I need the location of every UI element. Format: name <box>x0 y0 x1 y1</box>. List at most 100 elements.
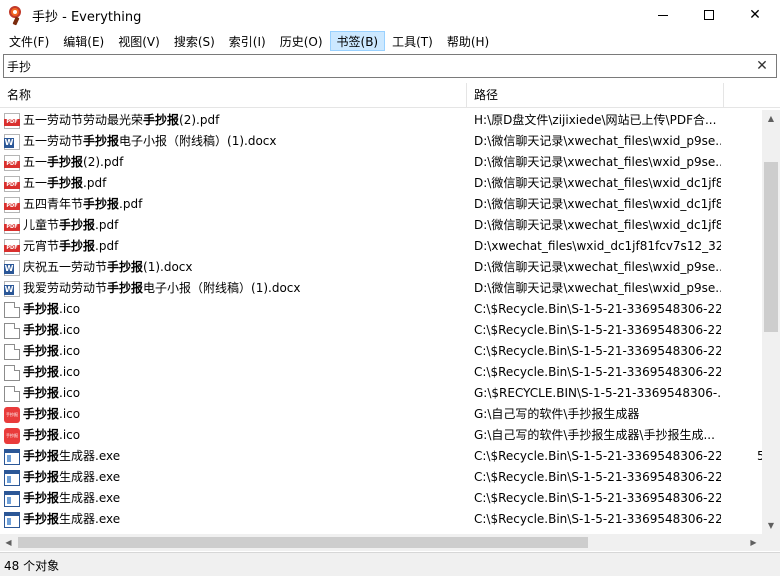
file-row[interactable]: 手抄报生成器.exe C:\$Recycle.Bin\S-1-5-21-33695… <box>0 488 762 509</box>
file-row[interactable]: 手抄报生成器.exe C:\$Recycle.Bin\S-1-5-21-33695… <box>0 509 762 530</box>
file-name-match: 手抄报 <box>23 344 60 358</box>
file-name-suffix: 电子小报（附线稿）(1).docx <box>119 134 277 148</box>
pdf-file-icon: PDF <box>4 217 20 234</box>
menu-item-8[interactable]: 帮助(H) <box>440 31 496 51</box>
file-name-cell: 手抄报.ico <box>4 383 466 404</box>
file-name-suffix: .ico <box>59 428 81 442</box>
file-name-suffix: (1).docx <box>143 260 193 274</box>
maximize-icon <box>704 10 714 20</box>
menu-item-2[interactable]: 视图(V) <box>111 31 167 51</box>
window-title: 手抄 - Everything <box>32 9 142 25</box>
file-name-prefix: 五一劳动节 <box>23 134 84 148</box>
scroll-left-icon[interactable]: ◀ <box>0 534 17 551</box>
close-button[interactable]: ✕ <box>732 0 778 30</box>
file-name-prefix: 五四青年节 <box>23 197 84 211</box>
file-name-cell: PDF 五一手抄报(2).pdf <box>4 152 466 173</box>
file-name-suffix: (2).pdf <box>83 155 124 169</box>
close-icon: ✕ <box>756 58 768 74</box>
file-row[interactable]: PDF 五一劳动节劳动最光荣手抄报(2).pdf H:\原D盘文件\zijixied… <box>0 110 762 131</box>
file-name-match: 手抄报 <box>23 449 60 463</box>
search-clear-button[interactable]: ✕ <box>754 57 770 75</box>
menu-item-3[interactable]: 搜索(S) <box>167 31 222 51</box>
menu-item-7[interactable]: 工具(T) <box>385 31 440 51</box>
vertical-scrollbar[interactable]: ▲ ▼ <box>762 110 780 534</box>
file-row[interactable]: W 我爱劳动劳动节手抄报电子小报（附线稿）(1).docx D:\微信聊天记录\xw… <box>0 278 762 299</box>
file-name: 五四青年节手抄报.pdf <box>23 194 142 215</box>
minimize-button[interactable] <box>640 0 686 30</box>
file-row[interactable]: PDF 儿童节手抄报.pdf D:\微信聊天记录\xwechat_files\wxi… <box>0 215 762 236</box>
search-input[interactable] <box>7 57 737 75</box>
file-row[interactable]: 手抄报.ico C:\$Recycle.Bin\S-1-5-21-33695483… <box>0 341 762 362</box>
file-name: 五一手抄报.pdf <box>23 173 106 194</box>
icon-glyph: PDF <box>4 223 20 231</box>
file-name: 手抄报.ico <box>23 362 80 383</box>
file-name-suffix: 电子小报（附线稿）(1).docx <box>143 281 301 295</box>
menu-item-6[interactable]: 书签(B) <box>329 31 386 51</box>
file-name: 五一劳动节手抄报电子小报（附线稿）(1).docx <box>23 131 277 152</box>
file-row[interactable]: PDF 五一手抄报.pdf D:\微信聊天记录\xwechat_files\wxid… <box>0 173 762 194</box>
file-name-cell: 手抄报 手抄报.ico <box>4 404 466 425</box>
scroll-up-icon[interactable]: ▲ <box>762 110 780 127</box>
file-name-cell: 手抄报生成器.exe <box>4 509 466 530</box>
scroll-down-icon[interactable]: ▼ <box>762 517 780 534</box>
file-path: G:\自己写的软件\手抄报生成器\手抄报生成... <box>474 428 715 442</box>
file-row[interactable]: 手抄报.ico C:\$Recycle.Bin\S-1-5-21-33695483… <box>0 362 762 383</box>
menu-item-0[interactable]: 文件(F) <box>2 31 56 51</box>
file-row[interactable]: 手抄报生成器.exe C:\$Recycle.Bin\S-1-5-21-33695… <box>0 467 762 488</box>
word-document-icon: W <box>4 280 20 297</box>
file-name-cell: 手抄报.ico <box>4 299 466 320</box>
file-name-cell: W 庆祝五一劳动节手抄报(1).docx <box>4 257 466 278</box>
column-header-path[interactable]: 路径 <box>467 83 724 108</box>
horizontal-scroll-thumb[interactable] <box>18 537 588 548</box>
file-path: D:\微信聊天记录\xwechat_files\wxid_dc1jf8... <box>474 218 721 232</box>
file-path: C:\$Recycle.Bin\S-1-5-21-3369548306-22..… <box>474 491 721 505</box>
file-path: D:\微信聊天记录\xwechat_files\wxid_p9se... <box>474 260 721 274</box>
title-bar: 手抄 - Everything ✕ <box>0 0 780 30</box>
status-object-count: 48 个对象 <box>4 559 60 573</box>
executable-icon <box>4 469 20 486</box>
file-name: 手抄报.ico <box>23 299 80 320</box>
file-row[interactable]: PDF 元宵节手抄报.pdf D:\xwechat_files\wxid_dc1jf… <box>0 236 762 257</box>
file-row[interactable]: 手抄报.ico C:\$Recycle.Bin\S-1-5-21-33695483… <box>0 299 762 320</box>
app-icon: 手抄报 <box>4 427 20 444</box>
file-row[interactable]: 手抄报.ico C:\$Recycle.Bin\S-1-5-21-33695483… <box>0 320 762 341</box>
file-name-match: 手抄报 <box>23 428 60 442</box>
menu-item-5[interactable]: 历史(O) <box>273 31 330 51</box>
file-name-cell: W 我爱劳动劳动节手抄报电子小报（附线稿）(1).docx <box>4 278 466 299</box>
file-name-cell: PDF 五一劳动节劳动最光荣手抄报(2).pdf <box>4 110 466 131</box>
file-name-prefix: 儿童节 <box>23 218 60 232</box>
pdf-file-icon: PDF <box>4 154 20 171</box>
vertical-scroll-thumb[interactable] <box>764 162 778 332</box>
word-document-icon: W <box>4 259 20 276</box>
file-name-prefix: 元宵节 <box>23 239 60 253</box>
file-name-suffix: .pdf <box>83 176 107 190</box>
icon-glyph: PDF <box>4 160 20 168</box>
file-name-match: 手抄报 <box>83 197 120 211</box>
file-name: 五一手抄报(2).pdf <box>23 152 123 173</box>
file-row[interactable]: 手抄报.ico G:\$RECYCLE.BIN\S-1-5-21-33695483… <box>0 383 762 404</box>
file-row[interactable]: PDF 五一手抄报(2).pdf D:\微信聊天记录\xwechat_files\w… <box>0 152 762 173</box>
maximize-button[interactable] <box>686 0 732 30</box>
menu-item-4[interactable]: 索引(I) <box>222 31 273 51</box>
file-row[interactable]: 手抄报生成器.exe C:\$Recycle.Bin\S-1-5-21-33695… <box>0 446 762 467</box>
file-path: C:\$Recycle.Bin\S-1-5-21-3369548306-22..… <box>474 449 721 463</box>
icon-glyph: PDF <box>4 202 20 210</box>
icon-glyph: 手抄报 <box>6 432 18 438</box>
file-row[interactable]: PDF 五四青年节手抄报.pdf D:\微信聊天记录\xwechat_files\w… <box>0 194 762 215</box>
file-name: 手抄报生成器.exe <box>23 467 120 488</box>
file-row[interactable]: 手抄报 手抄报.ico G:\自己写的软件\手抄报生成器\手抄报生成... <box>0 425 762 446</box>
file-row[interactable]: 手抄报 手抄报.ico G:\自己写的软件\手抄报生成器 <box>0 404 762 425</box>
file-row[interactable]: W 五一劳动节手抄报电子小报（附线稿）(1).docx D:\微信聊天记录\xwec… <box>0 131 762 152</box>
column-header-extra[interactable] <box>724 83 762 108</box>
search-bar: ✕ <box>3 54 777 78</box>
file-row[interactable]: W 庆祝五一劳动节手抄报(1).docx D:\微信聊天记录\xwechat_fil… <box>0 257 762 278</box>
file-name-prefix: 五一劳动节劳动最光荣 <box>23 113 144 127</box>
scroll-right-icon[interactable]: ▶ <box>745 534 762 551</box>
file-name-cell: PDF 元宵节手抄报.pdf <box>4 236 466 257</box>
column-header-name[interactable]: 名称 <box>0 83 467 108</box>
blank-file-icon <box>4 301 20 318</box>
horizontal-scrollbar[interactable]: ◀ ▶ <box>0 534 762 551</box>
menu-item-1[interactable]: 编辑(E) <box>56 31 111 51</box>
file-name-prefix: 五一 <box>23 176 48 190</box>
file-name-suffix: (2).pdf <box>179 113 220 127</box>
